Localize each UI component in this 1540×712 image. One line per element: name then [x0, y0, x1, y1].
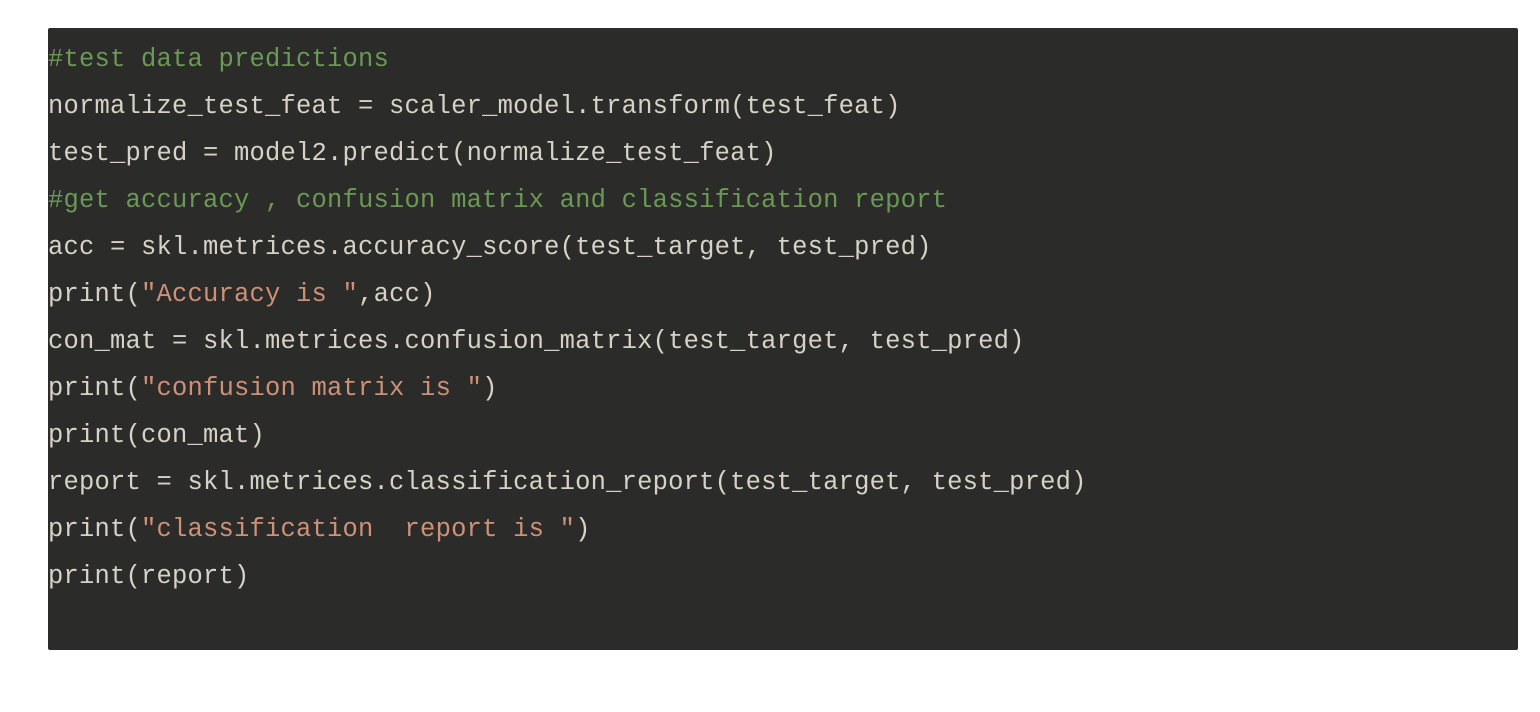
code-token-default: test_pred = model2.predict(normalize_tes… [48, 139, 777, 168]
code-token-comment: #test data predictions [48, 45, 389, 74]
code-token-default: print( [48, 280, 141, 309]
code-token-default: print( [48, 374, 141, 403]
code-line: print("classification report is ") [48, 506, 1518, 553]
code-token-default: print( [48, 515, 141, 544]
code-token-default: acc = skl.metrices.accuracy_score(test_t… [48, 233, 932, 262]
code-token-comment: #get accuracy , confusion matrix and cla… [48, 186, 947, 215]
code-token-default: report = skl.metrices.classification_rep… [48, 468, 1087, 497]
code-line: test_pred = model2.predict(normalize_tes… [48, 130, 1518, 177]
code-token-string: "Accuracy is " [141, 280, 358, 309]
code-line: print("confusion matrix is ") [48, 365, 1518, 412]
code-line: print("Accuracy is ",acc) [48, 271, 1518, 318]
code-token-default: print(report) [48, 562, 250, 591]
code-token-default: ,acc) [358, 280, 436, 309]
code-token-default: normalize_test_feat = scaler_model.trans… [48, 92, 901, 121]
code-line: #test data predictions [48, 36, 1518, 83]
code-line: print(report) [48, 553, 1518, 600]
code-line: acc = skl.metrices.accuracy_score(test_t… [48, 224, 1518, 271]
code-token-string: "classification report is " [141, 515, 575, 544]
code-token-default: ) [482, 374, 498, 403]
code-line: normalize_test_feat = scaler_model.trans… [48, 83, 1518, 130]
code-line: print(con_mat) [48, 412, 1518, 459]
code-line: report = skl.metrices.classification_rep… [48, 459, 1518, 506]
code-token-default: con_mat = skl.metrices.confusion_matrix(… [48, 327, 1025, 356]
code-line: #get accuracy , confusion matrix and cla… [48, 177, 1518, 224]
code-line: con_mat = skl.metrices.confusion_matrix(… [48, 318, 1518, 365]
code-token-default: ) [575, 515, 591, 544]
code-token-default: print(con_mat) [48, 421, 265, 450]
code-token-string: "confusion matrix is " [141, 374, 482, 403]
code-block: #test data predictions normalize_test_fea… [48, 28, 1518, 650]
